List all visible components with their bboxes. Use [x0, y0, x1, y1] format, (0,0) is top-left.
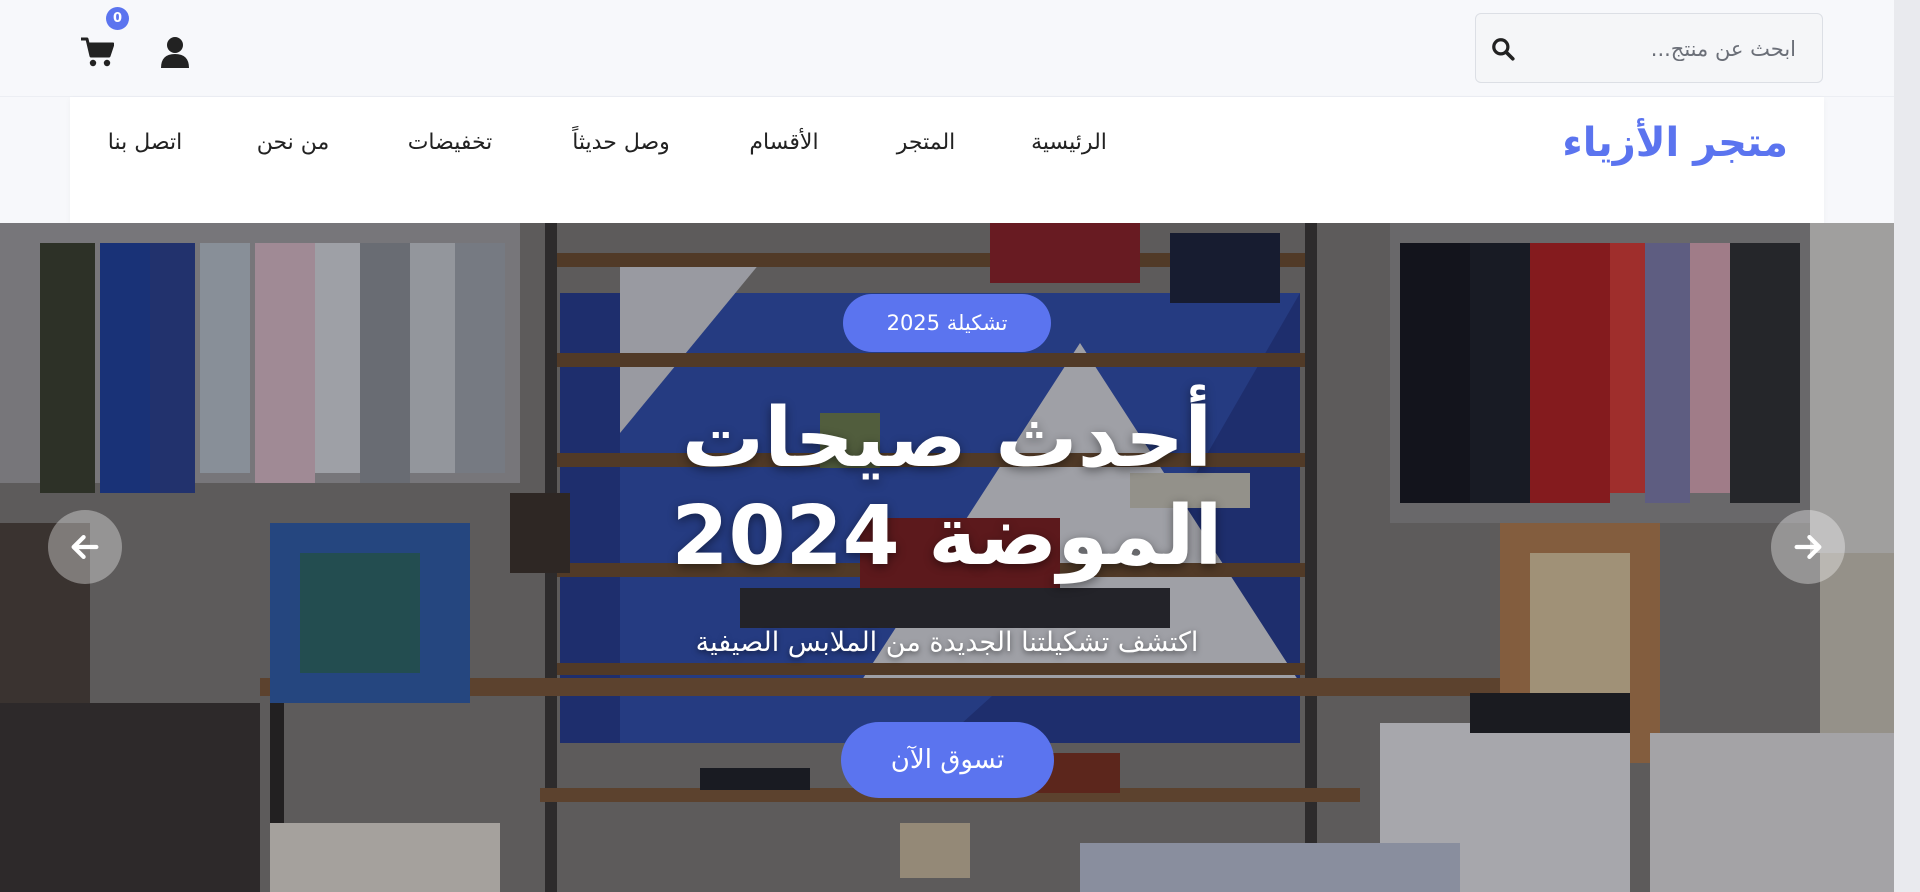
top-bar: 0: [0, 0, 1894, 97]
hero-title-line-1: أحدث صيحات: [681, 391, 1213, 486]
hero-title-line-2: الموضة 2024: [671, 489, 1223, 584]
user-icon[interactable]: [160, 36, 190, 68]
nav-link-about[interactable]: من نحن: [257, 97, 330, 189]
nav-link-categories[interactable]: الأقسام: [749, 97, 818, 189]
search-box: [1475, 13, 1823, 84]
nav-link-sales[interactable]: تخفيضات: [408, 97, 493, 189]
site-logo[interactable]: متجر الأزياء: [1562, 97, 1788, 189]
hero-title: أحدث صيحات الموضة 2024: [547, 390, 1347, 586]
hero-subtitle: اكتشف تشكيلتنا الجديدة من الملابس الصيفي…: [695, 627, 1199, 658]
arrow-left-icon: [71, 534, 99, 560]
main-navbar: متجر الأزياء الرئيسية المتجر الأقسام وصل…: [70, 97, 1824, 223]
hero-slider: تشكيلة 2025 أحدث صيحات الموضة 2024 اكتشف…: [0, 223, 1894, 892]
search-input[interactable]: [1524, 14, 1798, 84]
arrow-right-icon: [1794, 534, 1822, 560]
nav-link-contact[interactable]: اتصل بنا: [108, 97, 182, 189]
shop-now-button[interactable]: تسوق الآن: [841, 722, 1054, 798]
nav-link-new-arrivals[interactable]: وصل حديثاً: [572, 97, 670, 189]
cart-icon[interactable]: [80, 36, 114, 68]
collection-badge: تشكيلة 2025: [843, 294, 1051, 352]
scrollbar-track[interactable]: [1894, 0, 1920, 892]
search-icon[interactable]: [1490, 36, 1516, 62]
slider-prev-button[interactable]: [48, 510, 122, 584]
nav-link-home[interactable]: الرئيسية: [1031, 97, 1107, 189]
slider-next-button[interactable]: [1771, 510, 1845, 584]
nav-link-shop[interactable]: المتجر: [897, 97, 956, 189]
cart-count-badge: 0: [106, 7, 129, 30]
page: 0 متجر الأزياء الرئيسية المتجر الأقسام و…: [0, 0, 1920, 892]
